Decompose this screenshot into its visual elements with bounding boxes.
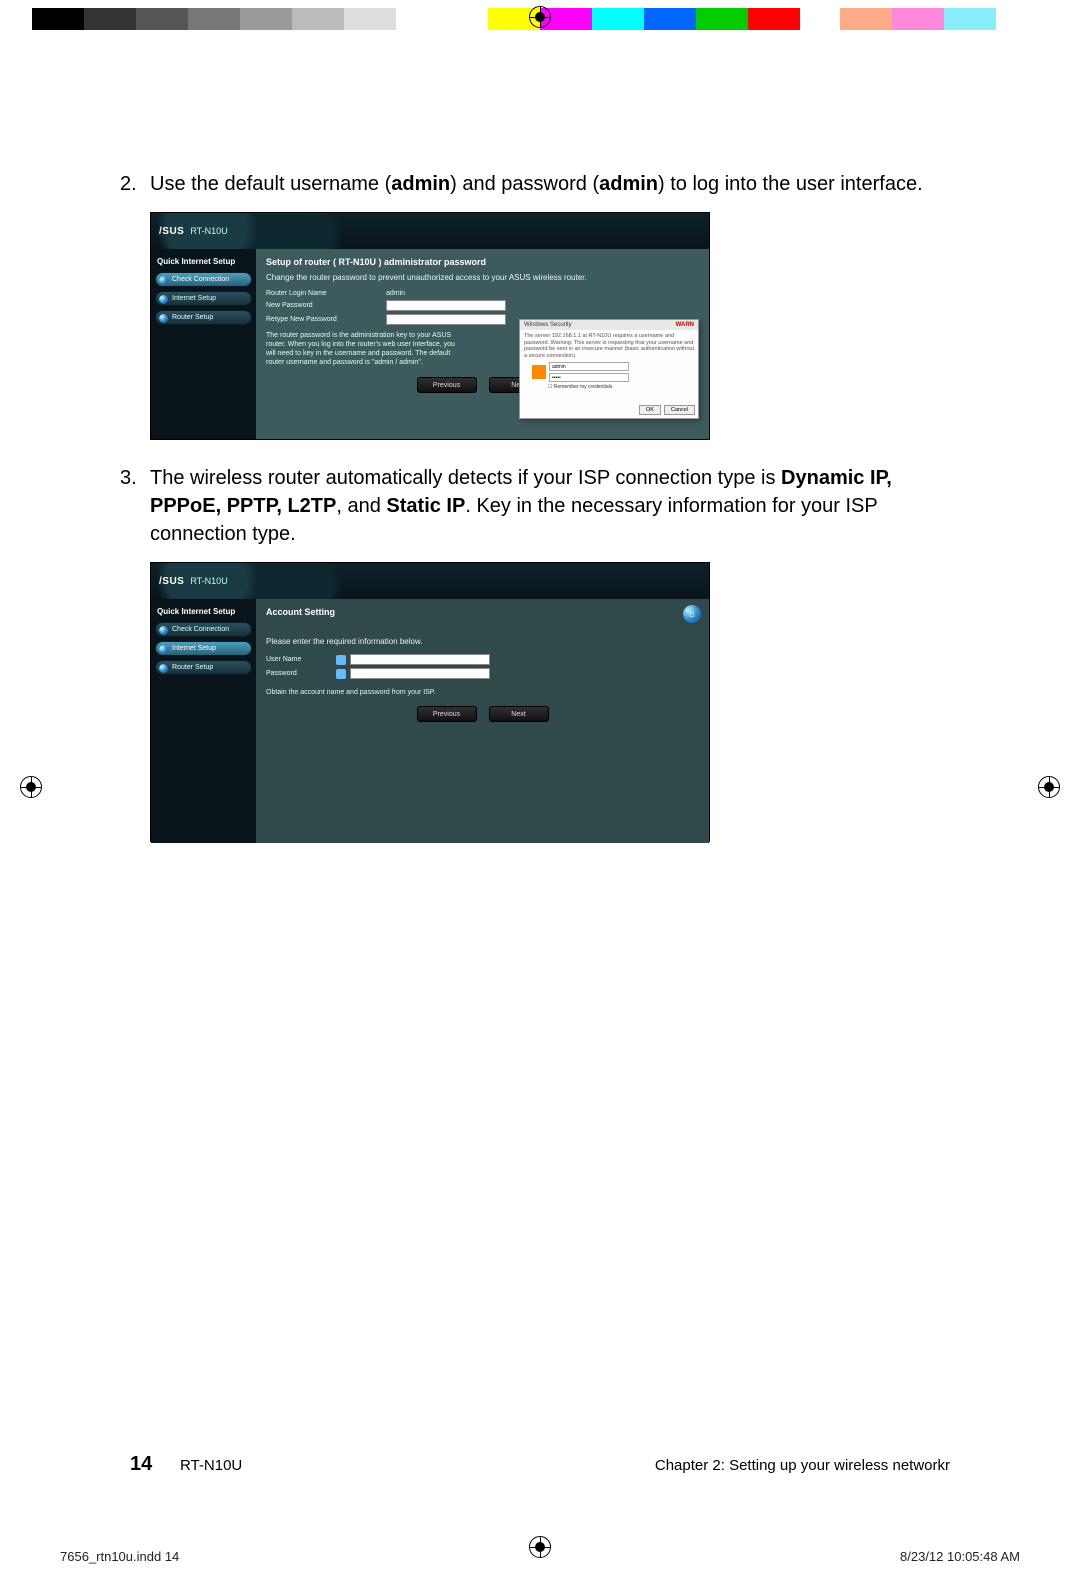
sidebar-item-check-connection[interactable]: Check Connection — [155, 272, 252, 287]
indesign-slug: 7656_rtn10u.indd 14 8/23/12 10:05:48 AM — [60, 1549, 1020, 1564]
registration-mark-icon — [529, 6, 551, 28]
password-retype-input[interactable] — [386, 314, 506, 325]
sidebar-item-check-connection[interactable]: Check Connection — [155, 622, 252, 637]
router-header: /SUS RT-N10U — [151, 563, 709, 599]
asus-logo: /SUS — [159, 576, 184, 587]
isp-hint: Obtain the account name and password fro… — [266, 689, 699, 696]
cancel-button[interactable]: Cancel — [664, 405, 695, 415]
sidebar-item-router-setup[interactable]: Router Setup — [155, 660, 252, 675]
remember-credentials[interactable]: ☐ Remember my credentials — [548, 384, 694, 390]
page-footer: 14 RT-N10U Chapter 2: Setting up your wi… — [120, 1453, 960, 1476]
indd-timestamp: 8/23/12 10:05:48 AM — [900, 1549, 1020, 1564]
lock-icon — [336, 669, 346, 679]
step-dot-icon — [159, 645, 168, 654]
sidebar-item-internet-setup[interactable]: Internet Setup — [155, 641, 252, 656]
instruction-step-2: 2. Use the default username (admin) and … — [120, 170, 960, 198]
router-model: RT-N10U — [190, 226, 227, 236]
home-icon[interactable]: ⌂ — [683, 605, 701, 623]
page-number: 14 — [130, 1453, 180, 1476]
router-screenshot-1: /SUS RT-N10U Quick Internet Setup Check … — [150, 212, 710, 440]
field-password: Password — [266, 668, 699, 679]
panel-subtitle: Change the router password to prevent un… — [266, 273, 699, 282]
step-number: 3. — [120, 464, 150, 548]
sidebar-item-router-setup[interactable]: Router Setup — [155, 310, 252, 325]
previous-button[interactable]: Previous — [417, 377, 477, 393]
field-login-name: Router Login Name admin — [266, 290, 699, 297]
credential-row — [532, 362, 694, 382]
router-screenshot-2: /SUS RT-N10U Quick Internet Setup Check … — [150, 562, 710, 842]
password-input[interactable] — [350, 668, 490, 679]
step-dot-icon — [159, 626, 168, 635]
sidebar-title: Quick Internet Setup — [155, 255, 252, 268]
router-note: The router password is the administratio… — [266, 331, 466, 367]
instruction-step-3: 3. The wireless router automatically det… — [120, 464, 960, 548]
sidebar-title: Quick Internet Setup — [155, 605, 252, 618]
field-new-password: New Password — [266, 300, 699, 311]
next-button[interactable]: Next — [489, 706, 549, 722]
panel-title: Account Setting — [266, 607, 699, 617]
popup-username-input[interactable] — [549, 362, 629, 371]
router-content: ⌂ Account Setting Please enter the requi… — [256, 599, 709, 843]
password-input[interactable] — [386, 300, 506, 311]
field-username: User Name — [266, 654, 699, 665]
indd-file: 7656_rtn10u.indd 14 — [60, 1549, 179, 1564]
warning-label: WARN — [676, 322, 694, 328]
router-sidebar: Quick Internet Setup Check Connection In… — [151, 599, 256, 843]
router-content: Setup of router ( RT-N10U ) administrato… — [256, 249, 709, 439]
nav-buttons: Previous Next — [266, 706, 699, 722]
router-sidebar: Quick Internet Setup Check Connection In… — [151, 249, 256, 439]
footer-chapter: Chapter 2: Setting up your wireless netw… — [655, 1457, 950, 1474]
step-dot-icon — [159, 295, 168, 304]
step-dot-icon — [159, 314, 168, 323]
windows-security-popup: Windows Security WARN The server 192.168… — [519, 319, 699, 419]
popup-title: Windows Security WARN — [520, 320, 698, 330]
router-header: /SUS RT-N10U — [151, 213, 709, 249]
sidebar-item-internet-setup[interactable]: Internet Setup — [155, 291, 252, 306]
step-text: Use the default username (admin) and pas… — [150, 170, 960, 198]
panel-subtitle: Please enter the required information be… — [266, 637, 699, 646]
step-dot-icon — [159, 276, 168, 285]
manual-page: 2. Use the default username (admin) and … — [120, 50, 960, 1514]
user-icon — [336, 655, 346, 665]
footer-model: RT-N10U — [180, 1457, 242, 1474]
previous-button[interactable]: Previous — [417, 706, 477, 722]
popup-password-input[interactable] — [549, 373, 629, 382]
credential-icon — [532, 365, 546, 379]
step-dot-icon — [159, 664, 168, 673]
step-number: 2. — [120, 170, 150, 198]
ok-button[interactable]: OK — [639, 405, 661, 415]
registration-mark-icon — [1038, 776, 1060, 798]
username-input[interactable] — [350, 654, 490, 665]
registration-mark-icon — [20, 776, 42, 798]
router-model: RT-N10U — [190, 576, 227, 586]
asus-logo: /SUS — [159, 226, 184, 237]
step-text: The wireless router automatically detect… — [150, 464, 960, 548]
popup-text: The server 192.168.1.1 at RT-N10U requir… — [524, 333, 694, 359]
panel-title: Setup of router ( RT-N10U ) administrato… — [266, 257, 699, 267]
